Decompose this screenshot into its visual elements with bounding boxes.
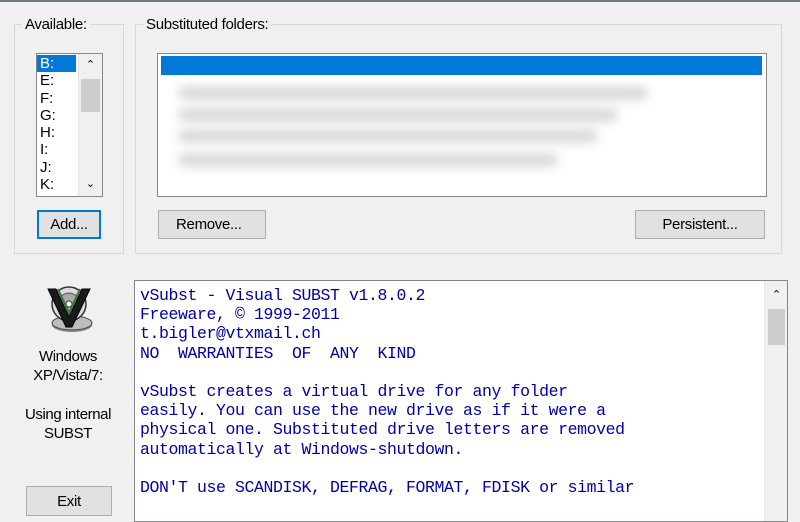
substituted-selected-row[interactable] bbox=[161, 56, 762, 75]
redacted-row bbox=[178, 86, 648, 100]
about-line: automatically at Windows-shutdown. bbox=[140, 439, 464, 459]
about-line bbox=[140, 459, 760, 478]
persistent-button[interactable]: Persistent... bbox=[635, 210, 765, 239]
drive-item[interactable]: J: bbox=[37, 159, 76, 176]
available-drives-list[interactable]: B: E: F: G: H: I: J: K: ⌃ ⌄ bbox=[36, 53, 103, 197]
drive-item[interactable]: H: bbox=[37, 124, 76, 141]
substituted-folders-list[interactable] bbox=[157, 53, 767, 197]
about-line: NO WARRANTIES OF ANY KIND bbox=[140, 343, 416, 363]
substituted-legend: Substituted folders: bbox=[146, 16, 269, 33]
drive-item[interactable]: G: bbox=[37, 107, 76, 124]
drives-scrollbar[interactable]: ⌃ ⌄ bbox=[78, 54, 102, 196]
drive-item[interactable]: E: bbox=[37, 72, 76, 89]
drive-item[interactable]: K: bbox=[37, 176, 76, 193]
scroll-down-icon[interactable]: ⌄ bbox=[79, 176, 102, 193]
about-line bbox=[140, 363, 760, 382]
os-info: Windows XP/Vista/7: bbox=[0, 347, 136, 385]
about-line: Freeware, © 1999-2011 bbox=[140, 305, 340, 325]
available-legend: Available: bbox=[25, 16, 87, 33]
drive-item[interactable]: I: bbox=[37, 141, 76, 158]
about-line: vSubst creates a virtual drive for any f… bbox=[140, 382, 568, 402]
subst-info-line1: Using internal bbox=[24, 406, 112, 423]
redacted-row bbox=[178, 108, 618, 122]
scroll-thumb[interactable] bbox=[81, 79, 100, 112]
about-line: vSubst - Visual SUBST v1.8.0.2 bbox=[140, 286, 426, 305]
about-scrollbar[interactable]: ⌃ bbox=[764, 281, 787, 521]
redacted-row bbox=[178, 153, 558, 167]
redacted-row bbox=[178, 129, 598, 143]
about-line: t.bigler@vtxmail.ch bbox=[140, 324, 321, 344]
scroll-up-icon[interactable]: ⌃ bbox=[765, 287, 787, 304]
os-info-line1: Windows bbox=[38, 348, 98, 365]
subst-info: Using internal SUBST bbox=[0, 405, 136, 443]
about-line: easily. You can use the new drive as if … bbox=[140, 401, 606, 421]
about-line: physical one. Substituted drive letters … bbox=[140, 420, 625, 440]
drive-item[interactable]: B: bbox=[37, 55, 76, 73]
scroll-thumb[interactable] bbox=[768, 309, 785, 345]
window-top-border bbox=[0, 0, 800, 2]
about-textbox[interactable]: vSubst - Visual SUBST v1.8.0.2 Freeware, … bbox=[134, 280, 788, 522]
exit-button[interactable]: Exit bbox=[26, 486, 112, 516]
about-text: vSubst - Visual SUBST v1.8.0.2 Freeware, … bbox=[140, 286, 760, 497]
scroll-up-icon[interactable]: ⌃ bbox=[79, 57, 102, 74]
drive-item[interactable]: F: bbox=[37, 90, 76, 107]
vsubst-app-icon bbox=[47, 286, 93, 332]
os-info-line2: XP/Vista/7: bbox=[33, 367, 103, 384]
subst-info-line2: SUBST bbox=[43, 425, 92, 442]
about-line: DON'T use SCANDISK, DEFRAG, FORMAT, FDIS… bbox=[140, 478, 635, 498]
add-button[interactable]: Add... bbox=[37, 210, 101, 239]
remove-button[interactable]: Remove... bbox=[158, 210, 266, 239]
